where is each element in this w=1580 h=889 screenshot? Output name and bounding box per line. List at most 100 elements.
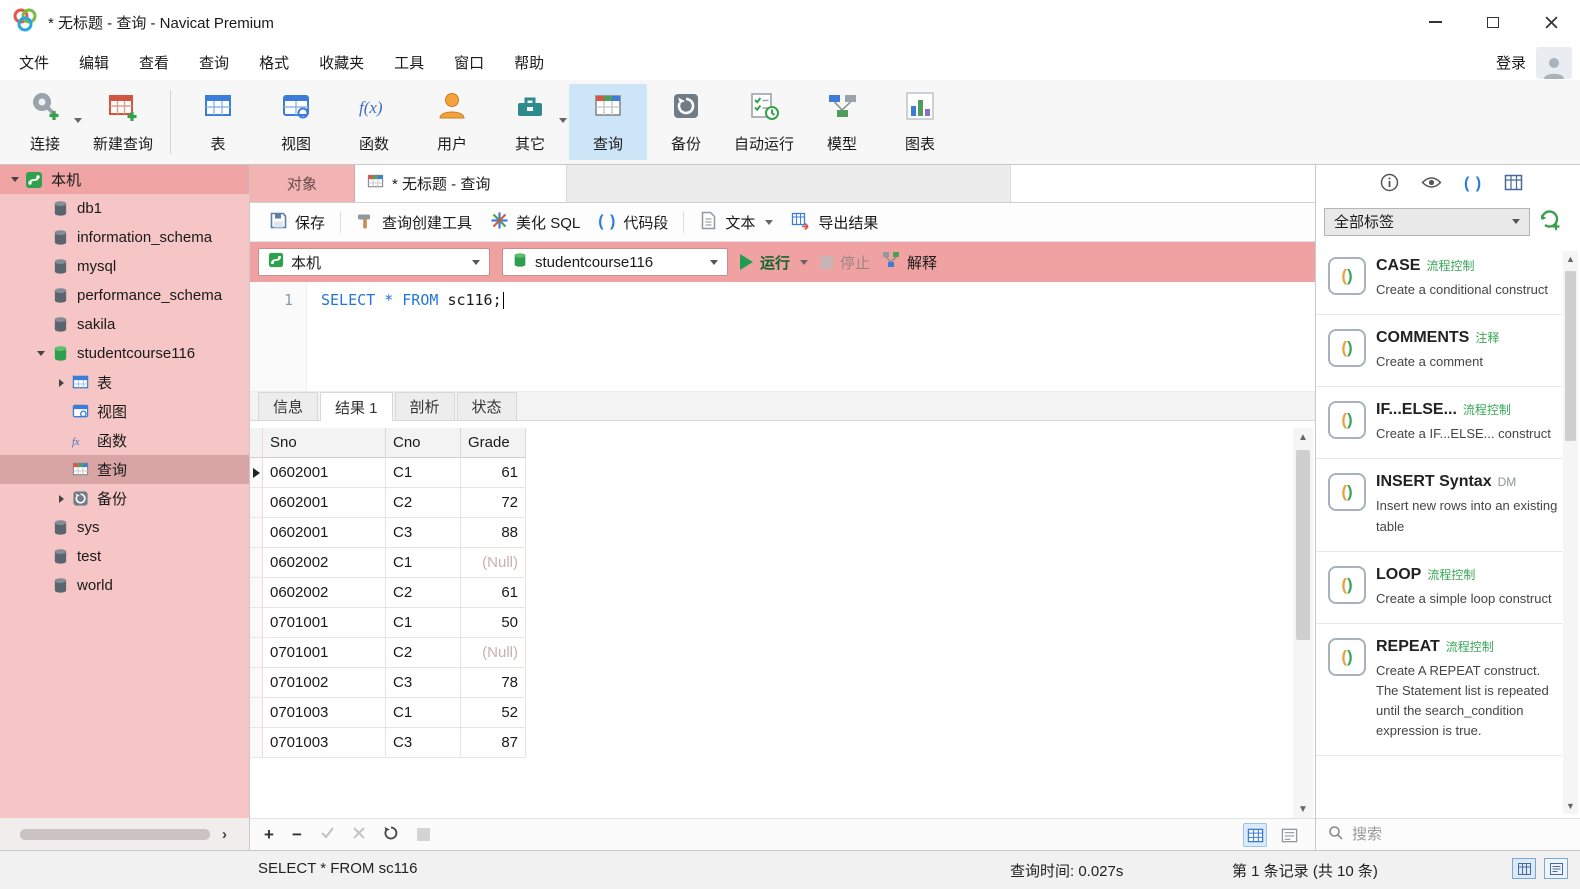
cell[interactable]: 0701003 <box>263 698 386 728</box>
model-button[interactable]: 模型 <box>803 84 881 160</box>
scrollbar-thumb[interactable] <box>1296 450 1310 640</box>
query-builder-button[interactable]: 查询创建工具 <box>347 206 481 239</box>
eye-icon[interactable] <box>1421 175 1442 194</box>
beautify-sql-button[interactable]: 美化 SQL <box>481 206 589 239</box>
chevron-down-icon[interactable] <box>800 259 809 265</box>
cell[interactable]: C3 <box>386 518 461 548</box>
database-select[interactable]: studentcourse116 <box>502 248 728 276</box>
run-button[interactable]: 运行 <box>740 252 809 273</box>
row-marker[interactable] <box>250 518 263 548</box>
tab-profile[interactable]: 剖析 <box>394 392 455 420</box>
others-button[interactable]: 其它 <box>491 84 569 160</box>
menu-help[interactable]: 帮助 <box>499 45 559 80</box>
tree-item-db1[interactable]: db1 <box>0 194 249 223</box>
chevron-down-icon[interactable] <box>32 351 50 356</box>
close-button[interactable] <box>1522 0 1580 44</box>
menu-tools[interactable]: 工具 <box>379 45 439 80</box>
cell[interactable]: 61 <box>461 578 526 608</box>
info-icon[interactable] <box>1380 173 1399 196</box>
cell[interactable]: C2 <box>386 638 461 668</box>
tree-item-mysql[interactable]: mysql <box>0 252 249 281</box>
tables-button[interactable]: 表 <box>179 84 257 160</box>
scroll-up-icon[interactable]: ▲ <box>1293 428 1313 446</box>
connection-select[interactable]: 本机 <box>258 248 490 276</box>
tab-status[interactable]: 状态 <box>456 392 517 420</box>
text-mode-button[interactable]: 文本 <box>690 206 782 239</box>
table-panel-icon[interactable] <box>1504 174 1523 195</box>
cell[interactable]: 0701001 <box>263 608 386 638</box>
row-marker[interactable] <box>250 548 263 578</box>
cell[interactable]: 87 <box>461 728 526 758</box>
scroll-up-icon[interactable]: ▲ <box>1563 251 1578 267</box>
row-marker[interactable] <box>250 578 263 608</box>
result-grid-scrollbar[interactable]: ▲ ▼ <box>1293 428 1313 818</box>
cell[interactable]: 0701002 <box>263 668 386 698</box>
tree-horizontal-scrollbar[interactable]: › <box>0 818 249 850</box>
tree-item-world[interactable]: world <box>0 571 249 600</box>
cell[interactable]: 78 <box>461 668 526 698</box>
cell[interactable]: C1 <box>386 698 461 728</box>
connection-button[interactable]: 连接 <box>6 84 84 160</box>
snippet-item-repeat[interactable]: () REPEAT 流程控制 Create A REPEAT construct.… <box>1316 624 1562 757</box>
cell[interactable]: C2 <box>386 488 461 518</box>
login-link[interactable]: 登录 <box>1496 52 1526 73</box>
snippet-item-loop[interactable]: () LOOP 流程控制 Create a simple loop constru… <box>1316 552 1562 624</box>
code-snippet-button[interactable]: ( ) 代码段 <box>589 207 677 238</box>
cell[interactable]: 0602001 <box>263 488 386 518</box>
menu-edit[interactable]: 编辑 <box>64 45 124 80</box>
row-marker[interactable] <box>250 728 263 758</box>
scroll-down-icon[interactable]: ▼ <box>1563 798 1578 814</box>
column-header-cno[interactable]: Cno <box>386 428 461 458</box>
menu-window[interactable]: 窗口 <box>439 45 499 80</box>
scrollbar-thumb[interactable] <box>1565 271 1576 441</box>
cell[interactable]: 0701003 <box>263 728 386 758</box>
refresh-add-icon[interactable] <box>1537 207 1562 236</box>
tab-messages[interactable]: 信息 <box>258 392 319 420</box>
snippet-item-comments[interactable]: () COMMENTS 注释 Create a comment <box>1316 315 1562 388</box>
cell[interactable]: C1 <box>386 458 461 488</box>
chevron-right-icon[interactable] <box>52 378 70 387</box>
cell[interactable]: C1 <box>386 548 461 578</box>
cell[interactable]: C2 <box>386 578 461 608</box>
tab-result-1[interactable]: 结果 1 <box>320 392 393 421</box>
cell[interactable]: 52 <box>461 698 526 728</box>
export-result-button[interactable]: 导出结果 <box>782 206 887 239</box>
query-button[interactable]: 查询 <box>569 84 647 160</box>
tab-objects[interactable]: 对象 <box>250 165 355 202</box>
menu-query[interactable]: 查询 <box>184 45 244 80</box>
row-marker[interactable] <box>250 668 263 698</box>
chevron-right-icon[interactable] <box>52 494 70 503</box>
tree-item-studentcourse116[interactable]: studentcourse116 <box>0 339 249 368</box>
tree-item-backups[interactable]: 备份 <box>0 484 249 513</box>
tree-item-localhost[interactable]: 本机 <box>0 165 249 194</box>
tree-item-performance-schema[interactable]: performance_schema <box>0 281 249 310</box>
menu-favorites[interactable]: 收藏夹 <box>304 45 379 80</box>
users-button[interactable]: 用户 <box>413 84 491 160</box>
cell[interactable]: 88 <box>461 518 526 548</box>
scroll-down-icon[interactable]: ▼ <box>1293 800 1313 818</box>
chevron-down-icon[interactable] <box>74 118 82 123</box>
search-input[interactable] <box>1352 826 1532 843</box>
save-button[interactable]: 保存 <box>260 206 334 239</box>
cell[interactable]: C3 <box>386 668 461 698</box>
scroll-right-icon[interactable]: › <box>222 826 227 843</box>
snippet-scrollbar[interactable]: ▲ ▼ <box>1563 251 1578 814</box>
tree-item-functions[interactable]: fx 函数 <box>0 426 249 455</box>
tree-item-sys[interactable]: sys <box>0 513 249 542</box>
chevron-down-icon[interactable] <box>765 219 774 225</box>
tag-filter-select[interactable]: 全部标签 <box>1324 207 1530 236</box>
new-query-button[interactable]: 新建查询 <box>84 84 162 160</box>
views-button[interactable]: 视图 <box>257 84 335 160</box>
row-marker[interactable] <box>250 488 263 518</box>
menu-file[interactable]: 文件 <box>4 45 64 80</box>
snippet-item-insert-syntax[interactable]: () INSERT Syntax DM Insert new rows into … <box>1316 459 1562 552</box>
cell[interactable]: C1 <box>386 608 461 638</box>
menu-format[interactable]: 格式 <box>244 45 304 80</box>
cell[interactable]: 50 <box>461 608 526 638</box>
row-marker[interactable] <box>250 608 263 638</box>
tree-item-tables[interactable]: 表 <box>0 368 249 397</box>
code-snippet-tab-icon[interactable]: ( ) <box>1464 175 1482 193</box>
scrollbar-thumb[interactable] <box>20 828 210 840</box>
form-view-toggle[interactable] <box>1544 858 1568 879</box>
column-header-grade[interactable]: Grade <box>461 428 526 458</box>
